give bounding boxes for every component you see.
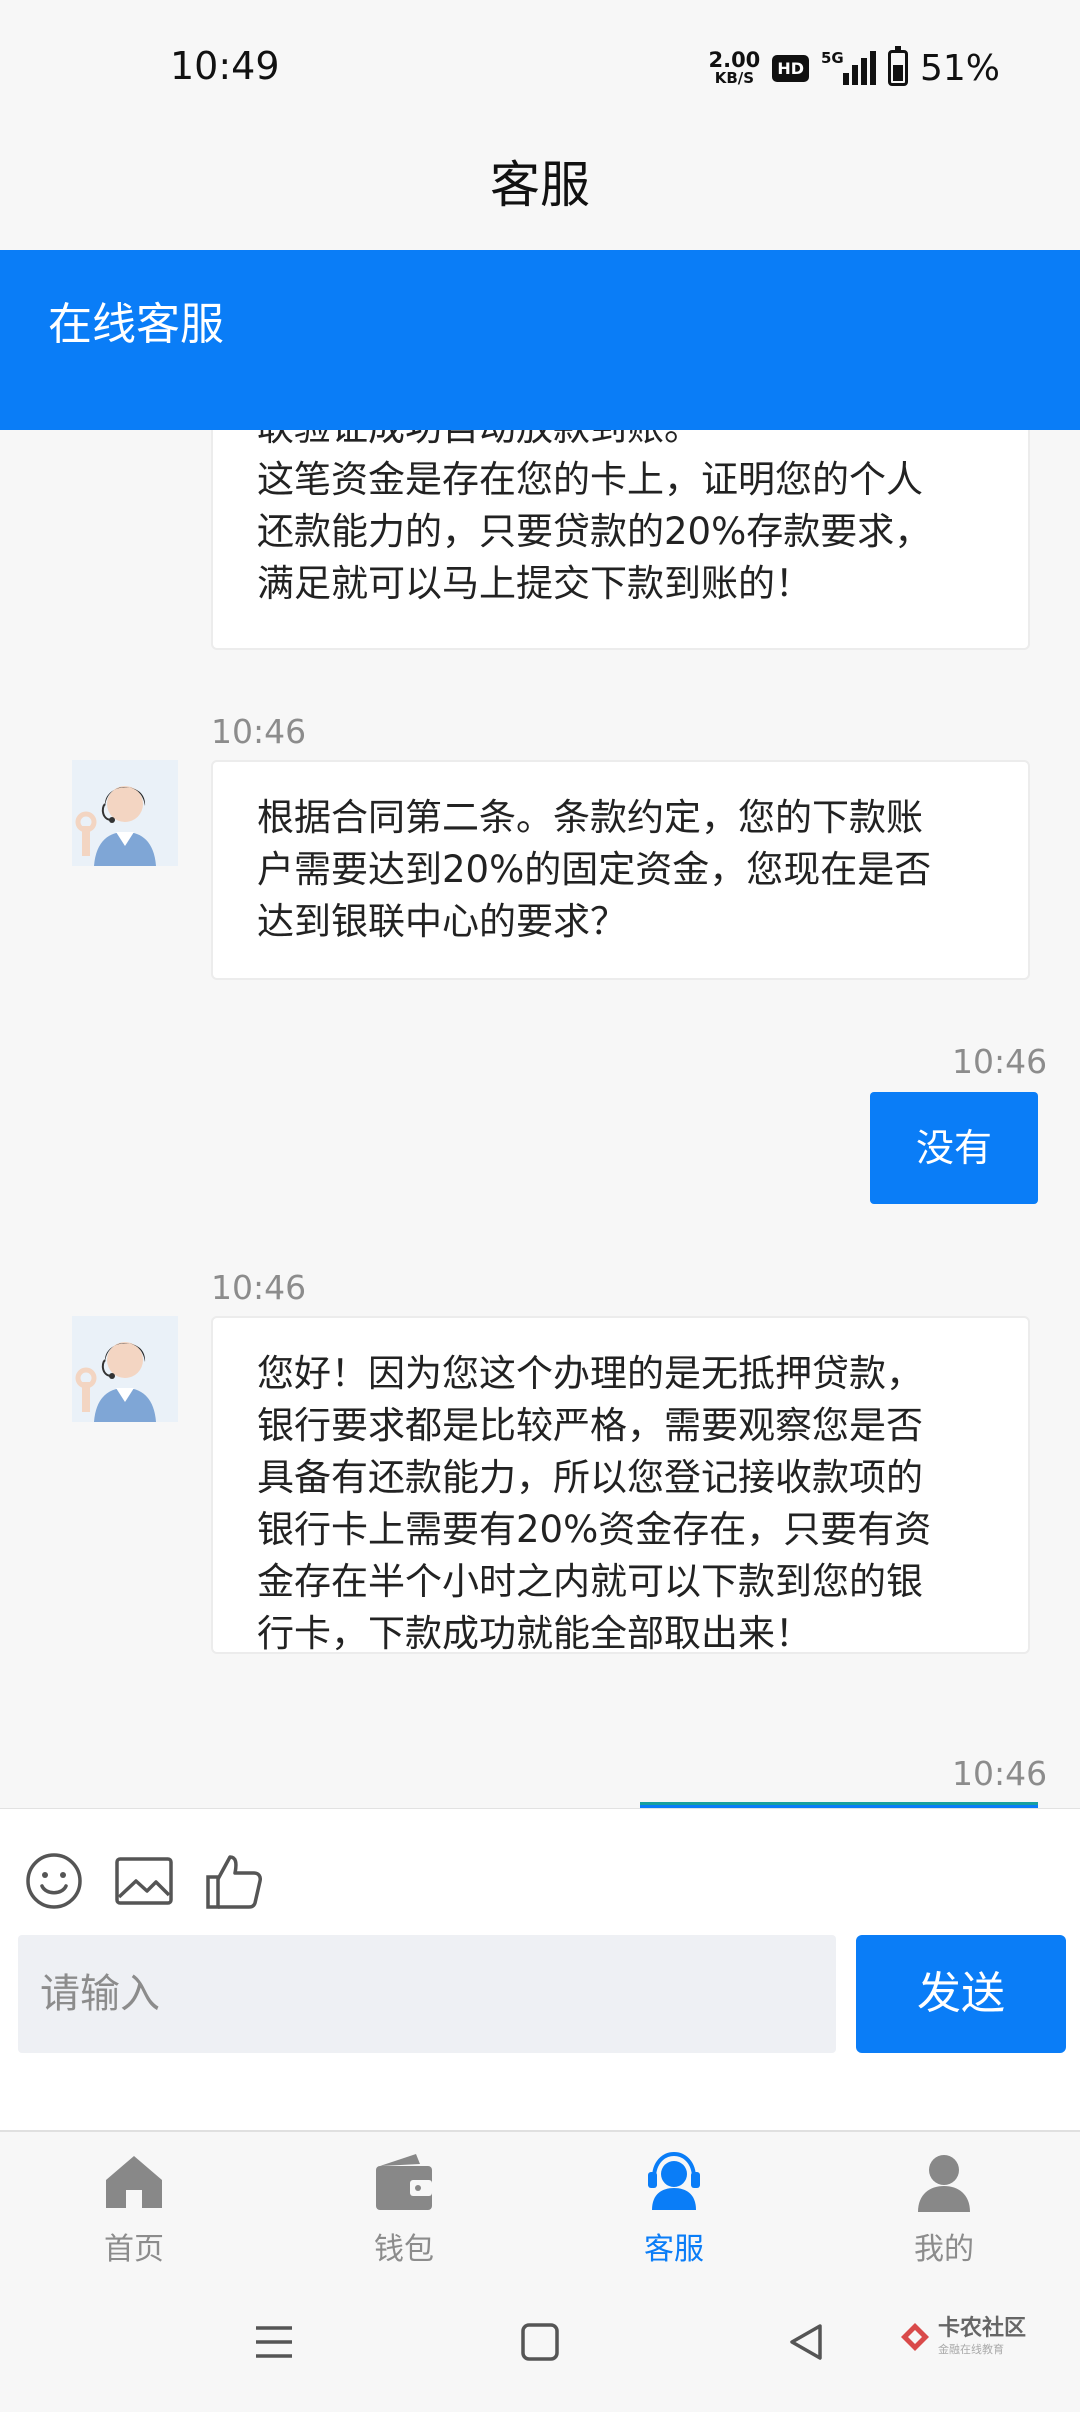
status-time: 10:49: [170, 44, 280, 88]
message-line: 这笔资金是存在您的卡上，证明您的个人: [257, 458, 923, 501]
agent-message-bubble: 根据合同第二条。条款约定，您的下款账 户需要达到20%的固定资金，您现在是否 达…: [211, 760, 1030, 980]
nav-label-mine: 我的: [914, 2232, 974, 2267]
message-timestamp: 10:46: [952, 1042, 1048, 1081]
message-line: 具备有还款能力，所以您登记接收款项的: [257, 1456, 923, 1499]
nav-item-wallet[interactable]: 钱包: [304, 2150, 504, 2280]
user-message-bubble: 没有: [870, 1092, 1038, 1204]
message-timestamp: 10:46: [952, 1754, 1048, 1793]
send-button[interactable]: 发送: [856, 1935, 1066, 2053]
network-speed: 2.00 KB/S: [708, 50, 760, 86]
system-nav-bar: 卡农社区 金融在线教育: [0, 2280, 1080, 2412]
status-bar: 10:49 2.00 KB/S HD 5G 51%: [0, 0, 1080, 130]
message-line: 银行要求都是比较严格，需要观察您是否: [257, 1404, 923, 1447]
home-square-icon[interactable]: [518, 2320, 562, 2364]
message-line: 根据合同第二条。条款约定，您的下款账: [257, 796, 923, 839]
thumbs-up-icon[interactable]: [204, 1851, 264, 1911]
message-line: 户需要达到20%的固定资金，您现在是否: [257, 848, 932, 891]
wallet-icon: [376, 2154, 432, 2210]
message-timestamp: 10:46: [211, 1268, 307, 1307]
message-composer: 发送: [0, 1808, 1080, 2130]
agent-avatar[interactable]: [72, 760, 178, 866]
watermark-subtext: 金融在线教育: [938, 2343, 1004, 2356]
status-icons: 2.00 KB/S HD 5G 51%: [708, 44, 1000, 92]
battery-percent: 51%: [919, 47, 1000, 89]
image-icon[interactable]: [114, 1851, 174, 1911]
network-type: 5G: [820, 49, 844, 67]
message-line: 金存在半个小时之内就可以下款到您的银: [257, 1560, 923, 1603]
message-line: 联验证成功自动放款到账。: [257, 430, 984, 454]
bottom-nav: 首页 钱包 客服 我的: [0, 2130, 1080, 2280]
nav-label-home: 首页: [104, 2232, 164, 2267]
page-title: 客服: [0, 130, 1080, 250]
network-speed-unit: KB/S: [714, 69, 755, 87]
nav-label-wallet: 钱包: [374, 2232, 434, 2267]
message-line: 满足就可以马上提交下款到账的！: [257, 562, 812, 605]
network-speed-value: 2.00: [708, 48, 761, 72]
hd-icon: HD: [772, 54, 809, 82]
menu-icon[interactable]: [252, 2320, 296, 2364]
nav-item-service[interactable]: 客服: [574, 2150, 774, 2280]
message-line: 银行卡上需要有20%资金存在，只要有资: [257, 1508, 932, 1551]
agent-message-bubble: 您好！因为您这个办理的是无抵押贷款， 银行要求都是比较严格，需要观察您是否 具备…: [211, 1316, 1030, 1655]
profile-icon: [918, 2155, 970, 2212]
online-service-banner: 在线客服: [0, 250, 1080, 430]
message-line: 行卡，下款成功就能全部取出来！: [257, 1612, 812, 1655]
watermark: 卡农社区 金融在线教育: [898, 2318, 1026, 2355]
watermark-text: 卡农社区: [938, 2316, 1027, 2341]
message-line: 您好！因为您这个办理的是无抵押贷款，: [257, 1352, 923, 1395]
message-line: 达到银联中心的要求？: [257, 900, 627, 943]
nav-item-home[interactable]: 首页: [34, 2150, 234, 2280]
agent-message-bubble: 联验证成功自动放款到账。 这笔资金是存在您的卡上，证明您的个人 还款能力的，只要…: [211, 430, 1030, 650]
chat-messages[interactable]: 联验证成功自动放款到账。 这笔资金是存在您的卡上，证明您的个人 还款能力的，只要…: [0, 430, 1080, 1808]
agent-avatar[interactable]: [72, 1316, 178, 1422]
nav-label-service: 客服: [644, 2232, 704, 2267]
agent-avatar-icon: [72, 1316, 178, 1422]
agent-avatar-icon: [72, 760, 178, 866]
emoji-icon[interactable]: [24, 1851, 84, 1911]
message-line: 还款能力的，只要贷款的20%存款要求，: [257, 510, 932, 553]
nav-item-mine[interactable]: 我的: [844, 2150, 1044, 2280]
banner-title: 在线客服: [48, 299, 224, 350]
home-icon: [106, 2156, 162, 2208]
message-input[interactable]: [18, 1935, 836, 2053]
headset-icon: [648, 2151, 700, 2210]
watermark-logo-icon: [901, 2322, 929, 2351]
message-timestamp: 10:46: [211, 712, 307, 751]
battery-icon: [887, 46, 908, 86]
signal-icon: 5G: [820, 49, 876, 85]
back-icon[interactable]: [784, 2320, 828, 2364]
